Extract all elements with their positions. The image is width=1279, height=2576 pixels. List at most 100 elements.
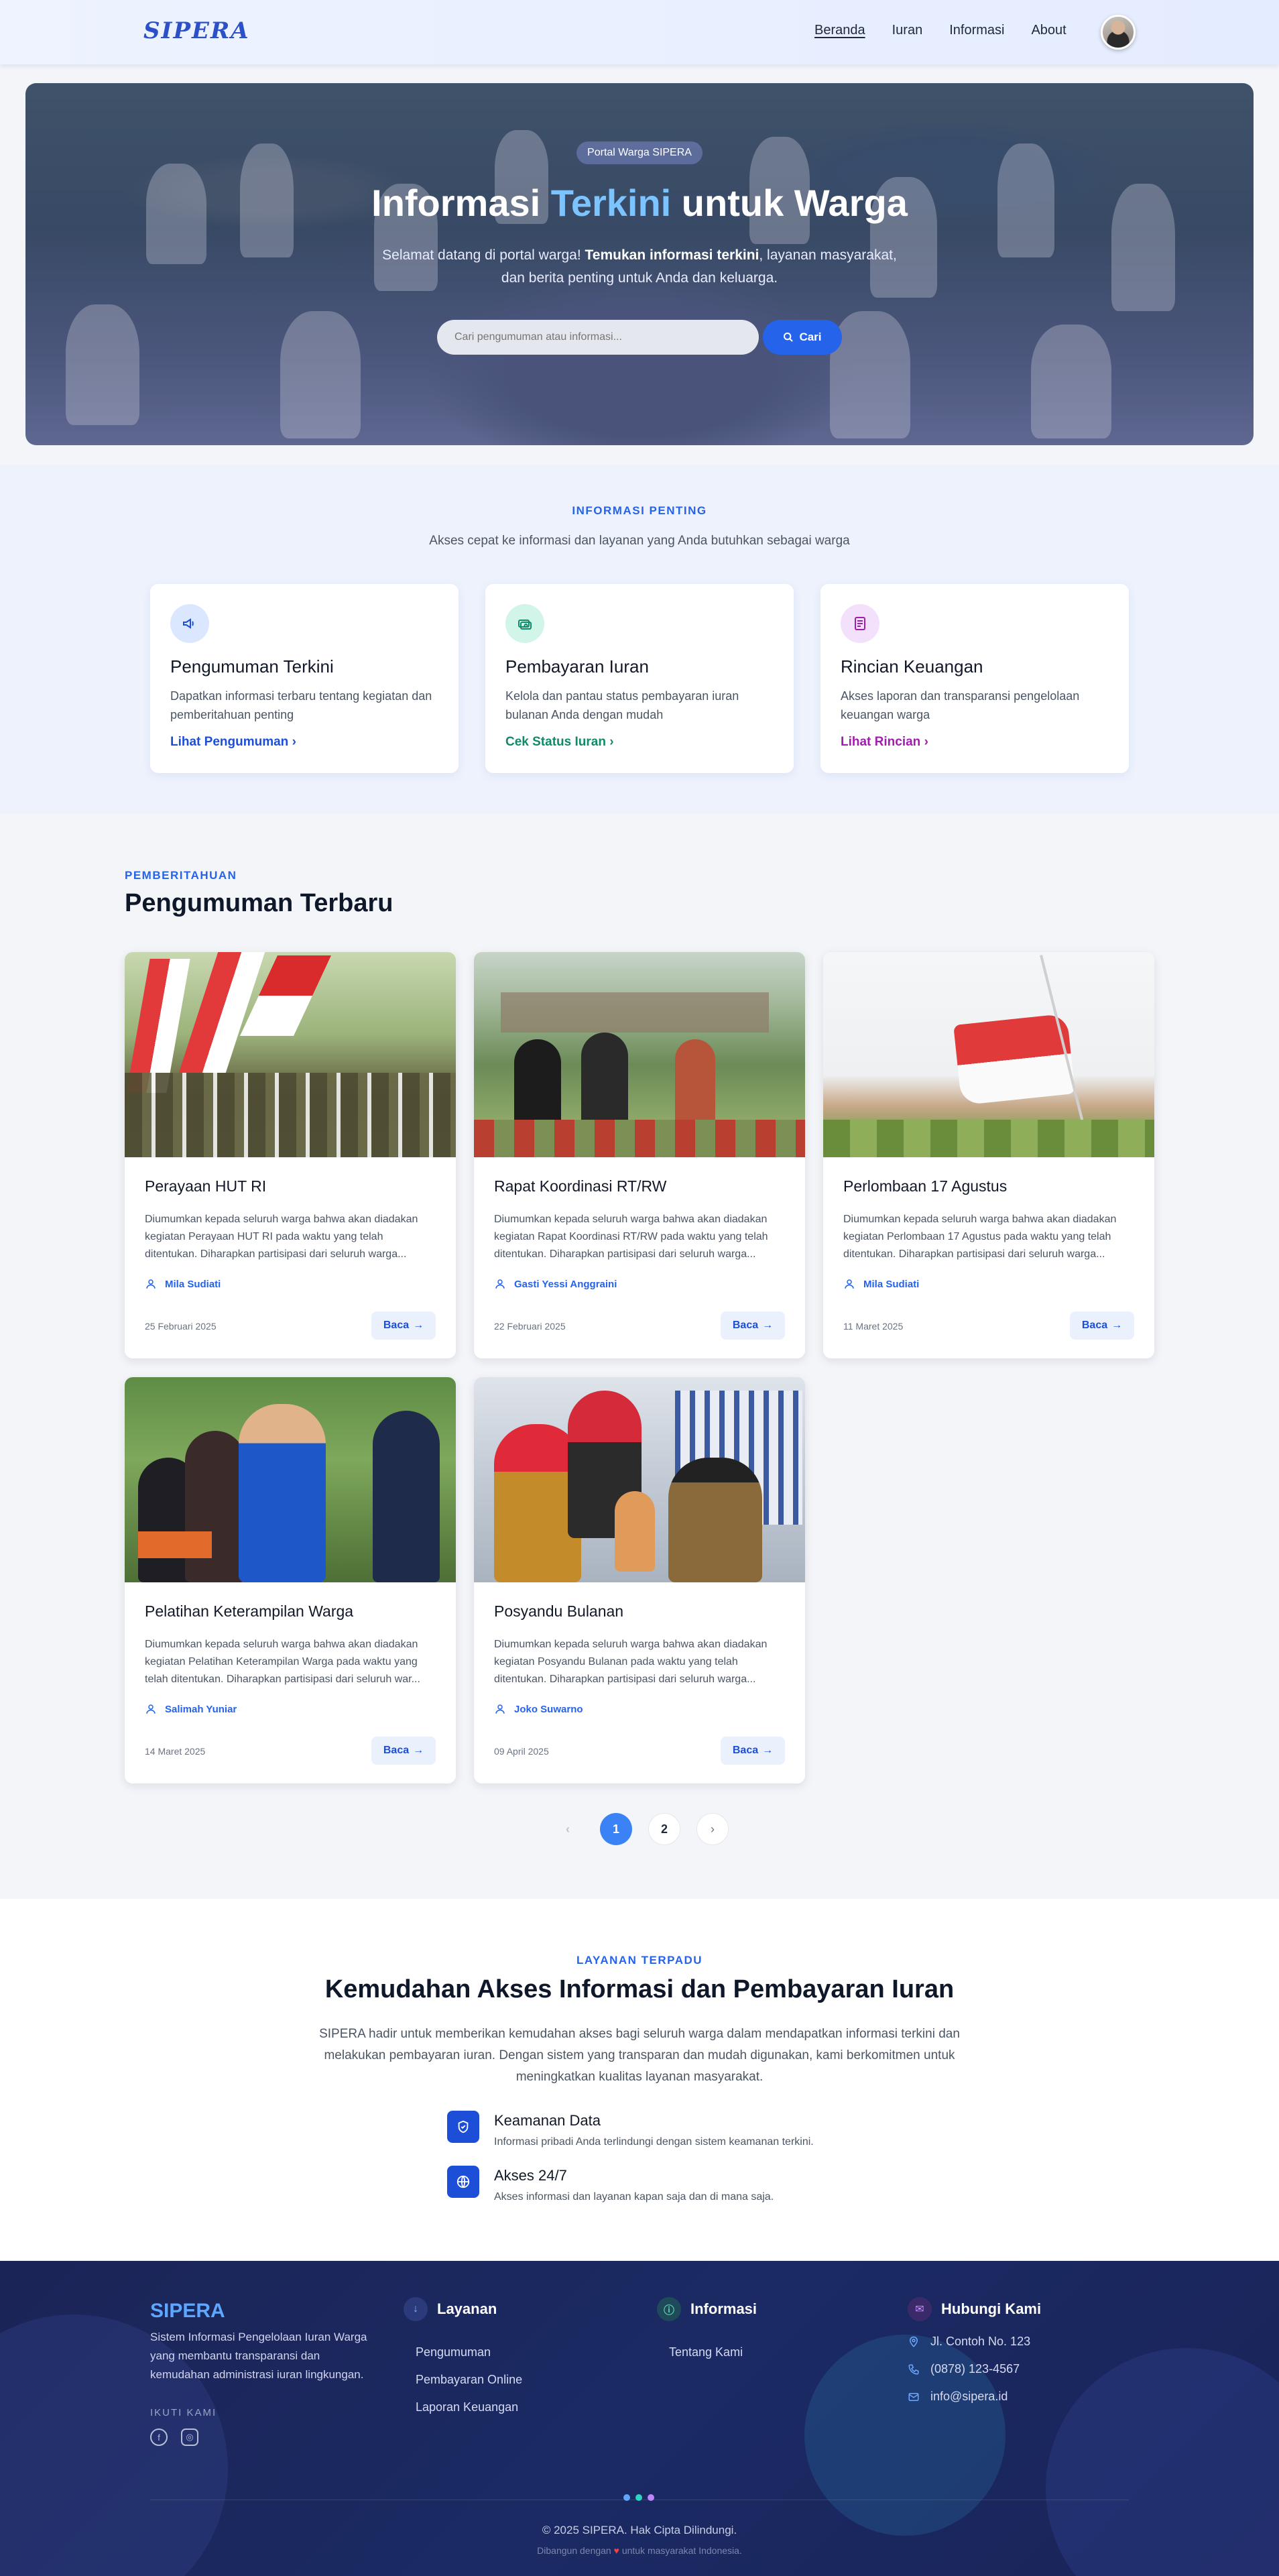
info-card-pengumuman: Pengumuman Terkini Dapatkan informasi te… <box>150 584 459 773</box>
lihat-pengumuman-link[interactable]: Lihat Pengumuman › <box>170 735 296 750</box>
announcement-card[interactable]: Posyandu Bulanan Diumumkan kepada seluru… <box>474 1377 805 1783</box>
nav-link-beranda[interactable]: Beranda <box>814 23 865 38</box>
announcement-card[interactable]: Rapat Koordinasi RT/RW Diumumkan kepada … <box>474 952 805 1358</box>
info-card-keuangan: Rincian Keuangan Akses laporan dan trans… <box>820 584 1129 773</box>
announcement-image <box>125 1377 456 1582</box>
services-section: LAYANAN TERPADU Kemudahan Akses Informas… <box>0 1899 1279 2261</box>
hero-badge: Portal Warga SIPERA <box>576 141 703 164</box>
hero-title: Informasi Terkini untuk Warga <box>371 182 908 224</box>
announcement-card[interactable]: Perayaan HUT RI Diumumkan kepada seluruh… <box>125 952 456 1358</box>
feature-title: Akses 24/7 <box>494 2167 567 2184</box>
footer-col-title: Hubungi Kami <box>941 2300 1042 2317</box>
info-description: Akses cepat ke informasi dan layanan yan… <box>429 534 850 548</box>
announcement-card[interactable]: Pelatihan Keterampilan Warga Diumumkan k… <box>125 1377 456 1783</box>
next-page-button[interactable]: › <box>696 1813 729 1845</box>
feature-keamanan: Keamanan Data Informasi pribadi Anda ter… <box>447 2111 814 2148</box>
lihat-rincian-link[interactable]: Lihat Rincian › <box>841 735 928 750</box>
announcement-author: Mila Sudiati <box>843 1278 919 1290</box>
announcement-title: Perayaan HUT RI <box>145 1177 267 1195</box>
pagination: ‹ 1 2 › <box>552 1813 729 1845</box>
user-icon <box>845 1279 854 1289</box>
announcement-date: 14 Maret 2025 <box>145 1746 206 1757</box>
page-button-1[interactable]: 1 <box>600 1813 632 1845</box>
facebook-icon[interactable]: f <box>150 2428 168 2446</box>
hero-search: Cari <box>437 320 842 355</box>
read-button[interactable]: Baca → <box>371 1737 436 1765</box>
nav-link-about[interactable]: About <box>1031 23 1066 38</box>
megaphone-icon <box>170 604 209 643</box>
shield-icon <box>447 2111 479 2143</box>
cek-status-iuran-link[interactable]: Cek Status Iuran › <box>505 735 614 750</box>
announcement-desc: Diumumkan kepada seluruh warga bahwa aka… <box>145 1639 420 1685</box>
globe-icon <box>447 2166 479 2198</box>
arrow-right-icon: → <box>762 1320 774 1331</box>
announcement-card[interactable]: Perlombaan 17 Agustus Diumumkan kepada s… <box>823 952 1154 1358</box>
arrow-right-icon: → <box>762 1745 774 1756</box>
announcement-title: Pelatihan Keterampilan Warga <box>145 1602 354 1620</box>
services-title: Kemudahan Akses Informasi dan Pembayaran… <box>324 1975 955 2003</box>
user-icon <box>495 1279 505 1289</box>
announcement-date: 09 April 2025 <box>494 1746 549 1757</box>
search-input[interactable] <box>437 320 759 355</box>
footer-brand: SIPERA <box>150 2300 225 2322</box>
announcement-image <box>823 952 1154 1157</box>
nav-links: Beranda Iuran Informasi About <box>814 23 1067 38</box>
user-icon <box>495 1704 505 1714</box>
navbar: SIPERA Beranda Iuran Informasi About <box>0 0 1279 64</box>
feature-desc: Informasi pribadi Anda terlindungi denga… <box>494 2136 814 2148</box>
footer-phone[interactable]: (0878) 123-4567 <box>908 2362 1041 2376</box>
info-eyebrow: INFORMASI PENTING <box>572 504 707 517</box>
footer-link-pembayaran[interactable]: Pembayaran Online <box>416 2373 522 2387</box>
read-button[interactable]: Baca → <box>371 1311 436 1340</box>
instagram-icon[interactable]: ◎ <box>181 2428 198 2446</box>
brand-logo[interactable]: SIPERA <box>143 17 250 44</box>
info-card-title: Rincian Keuangan <box>841 656 983 677</box>
user-icon <box>146 1704 156 1714</box>
announcement-desc: Diumumkan kepada seluruh warga bahwa aka… <box>494 1639 768 1685</box>
footer-col-informasi: ⓘ Informasi Tentang Kami <box>657 2297 757 2359</box>
info-card-desc: Kelola dan pantau status pembayaran iura… <box>505 689 739 721</box>
announcement-desc: Diumumkan kepada seluruh warga bahwa aka… <box>494 1214 768 1260</box>
footer-email[interactable]: info@sipera.id <box>908 2390 1041 2404</box>
nav-link-informasi[interactable]: Informasi <box>949 23 1004 38</box>
search-button[interactable]: Cari <box>763 320 842 355</box>
announcement-date: 22 Februari 2025 <box>494 1321 566 1332</box>
read-button[interactable]: Baca → <box>721 1311 785 1340</box>
footer-copyright: © 2025 SIPERA. Hak Cipta Dilindungi. <box>542 2524 737 2536</box>
hero-banner: Portal Warga SIPERA Informasi Terkini un… <box>25 83 1254 445</box>
footer-col-title: Layanan <box>437 2300 497 2317</box>
footer-address: Jl. Contoh No. 123 <box>908 2335 1041 2349</box>
arrow-right-icon: → <box>1111 1320 1123 1331</box>
announcement-author: Joko Suwarno <box>494 1703 583 1715</box>
social-links: f ◎ <box>150 2428 198 2446</box>
user-icon <box>146 1279 156 1289</box>
footer-follow-label: IKUTI KAMI <box>150 2407 217 2418</box>
location-pin-icon <box>909 2336 918 2347</box>
user-avatar[interactable] <box>1101 15 1136 50</box>
hero-subtitle: Selamat datang di portal warga! Temukan … <box>382 247 897 286</box>
announcement-title: Posyandu Bulanan <box>494 1602 624 1620</box>
read-button[interactable]: Baca → <box>721 1737 785 1765</box>
prev-page-button[interactable]: ‹ <box>552 1813 584 1845</box>
footer-link-laporan[interactable]: Laporan Keuangan <box>416 2400 522 2414</box>
services-description: SIPERA hadir untuk memberikan kemudahan … <box>319 2027 960 2084</box>
info-section: INFORMASI PENTING Akses cepat ke informa… <box>0 465 1279 813</box>
read-button[interactable]: Baca → <box>1070 1311 1134 1340</box>
announcements-title: Pengumuman Terbaru <box>125 889 393 917</box>
arrow-right-icon: → <box>413 1745 424 1756</box>
footer-col-layanan: ↓ Layanan Pengumuman Pembayaran Online L… <box>404 2297 522 2414</box>
footer-link-pengumuman[interactable]: Pengumuman <box>416 2345 522 2359</box>
info-card-title: Pengumuman Terkini <box>170 656 334 677</box>
announcement-desc: Diumumkan kepada seluruh warga bahwa aka… <box>843 1214 1117 1260</box>
nav-link-iuran[interactable]: Iuran <box>892 23 923 38</box>
chevron-left-icon: ‹ <box>566 1822 570 1836</box>
info-card-title: Pembayaran Iuran <box>505 656 649 677</box>
feature-akses: Akses 24/7 Akses informasi dan layanan k… <box>447 2166 774 2203</box>
mail-icon: ✉ <box>908 2297 932 2321</box>
search-icon <box>784 333 794 342</box>
page-button-2[interactable]: 2 <box>648 1813 680 1845</box>
money-icon <box>505 604 544 643</box>
footer-link-tentang[interactable]: Tentang Kami <box>669 2345 757 2359</box>
info-card-iuran: Pembayaran Iuran Kelola dan pantau statu… <box>485 584 794 773</box>
announcement-image <box>474 1377 805 1582</box>
